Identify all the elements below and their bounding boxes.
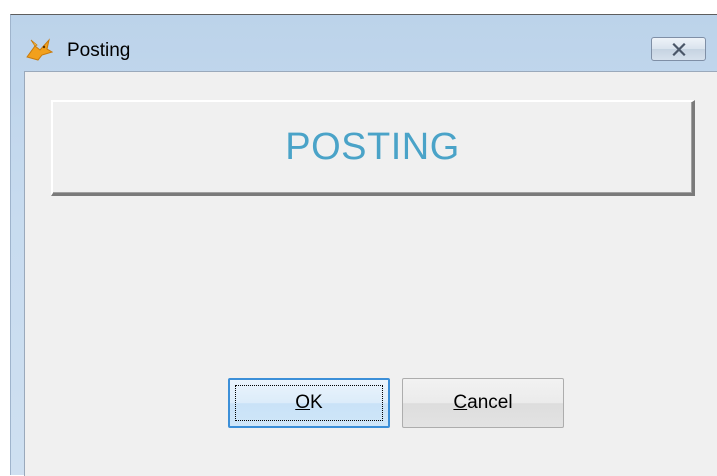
ok-button-label: OK xyxy=(295,392,322,414)
cancel-label-rest: ancel xyxy=(467,392,513,413)
fox-icon xyxy=(25,37,54,61)
posting-banner: POSTING xyxy=(51,100,695,196)
ok-label-rest: K xyxy=(310,392,323,413)
title-bar[interactable]: Posting xyxy=(11,15,717,71)
cancel-mnemonic: C xyxy=(453,392,468,413)
dialog-body: POSTING OK Cancel xyxy=(24,71,717,476)
cancel-button-label: Cancel xyxy=(453,392,512,414)
ok-mnemonic: O xyxy=(295,392,311,413)
ok-button[interactable]: OK xyxy=(228,378,390,428)
banner-text: POSTING xyxy=(285,126,460,168)
close-icon xyxy=(672,43,686,56)
posting-dialog: Posting POSTING OK Cancel xyxy=(10,14,717,476)
cancel-button[interactable]: Cancel xyxy=(402,378,564,428)
window-title: Posting xyxy=(67,40,131,61)
close-button[interactable] xyxy=(651,37,706,61)
